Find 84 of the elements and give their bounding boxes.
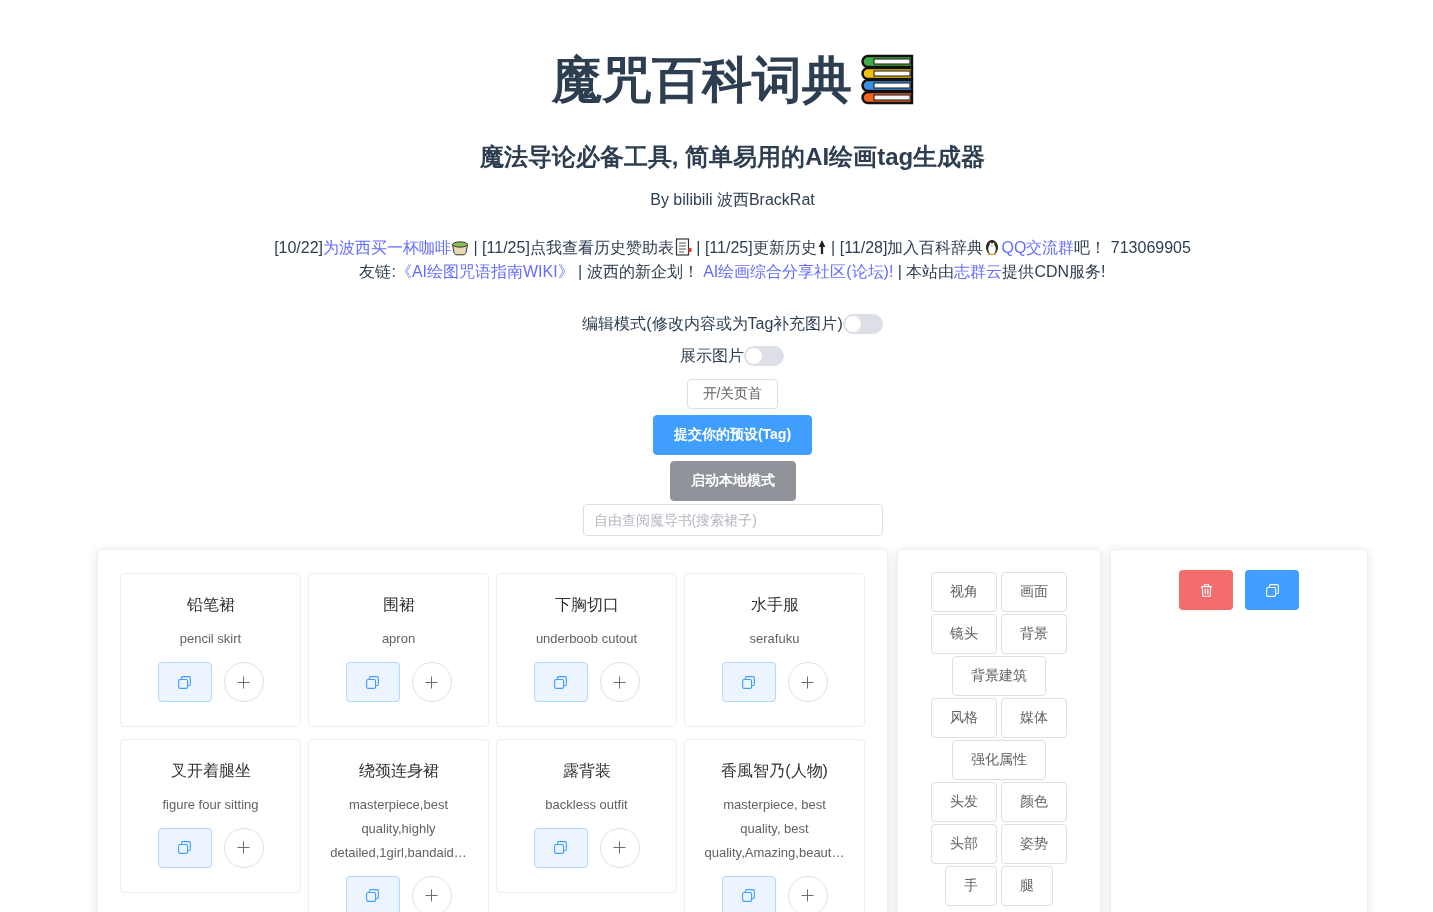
copy-icon [554, 675, 567, 689]
setting-label: 展示图片 [680, 345, 745, 366]
category-button[interactable]: 画面 [1001, 572, 1067, 612]
notice-link[interactable]: AI绘画综合分享社区(论坛)! [703, 263, 894, 280]
plus-icon [801, 675, 814, 689]
tag-text: pencil skirt [179, 630, 242, 648]
category-button[interactable]: 镜头 [931, 614, 997, 654]
copy-button[interactable] [533, 827, 588, 868]
tag-name: 下胸切口 [554, 595, 619, 615]
add-button[interactable] [223, 662, 264, 702]
copy-icon [1265, 583, 1279, 597]
tag-name: 绕颈连身裙 [358, 760, 439, 781]
notice-link[interactable]: 志群云 [954, 263, 1003, 280]
plus-icon [801, 889, 814, 902]
toggle-switch[interactable] [842, 314, 883, 334]
copy-button[interactable] [157, 662, 212, 702]
notice-text: 友链:《AI绘图咒语指南WIKI》 | 波西的新企划！ AI绘画综合分享社区(论坛)! | 本站由志群云提供CDN服务! [359, 262, 1106, 282]
document-icon [673, 238, 692, 256]
author-byline: By bilibili 波西BrackRat [650, 190, 815, 210]
category-button[interactable]: 颜色 [1001, 782, 1067, 822]
up-arrow-icon [816, 238, 827, 256]
tag-name: 围裙 [382, 595, 415, 615]
notice-text: [10/22]为波西买一杯咖啡 | [11/25]点我查看历史赞助表 | [11/25]更新历史 | [11/28]加入百科辞典 QQ交流群吧！ 713069905 [274, 237, 1191, 258]
notice-link[interactable]: 《AI绘图咒语指南WIKI》 [395, 263, 574, 280]
tag-text: backless outfit [545, 795, 628, 814]
copy-button[interactable] [345, 875, 400, 912]
copy-button[interactable] [721, 875, 776, 912]
tag-text: figure four sitting [162, 795, 259, 814]
plus-icon [613, 841, 626, 854]
add-button[interactable] [787, 662, 828, 702]
tag-text: underboob cutout [535, 630, 638, 648]
tag-name: 铅笔裙 [186, 595, 235, 615]
copy-icon [366, 675, 379, 689]
tag-text: apron [381, 630, 416, 648]
page-title: 魔咒百科词典 [551, 51, 852, 110]
plus-icon [425, 675, 438, 689]
copy-icon [554, 841, 567, 854]
category-button[interactable]: 风格 [931, 698, 997, 738]
delete-button[interactable] [1179, 570, 1233, 610]
copy-icon [178, 675, 191, 689]
add-button[interactable] [787, 875, 828, 912]
category-button[interactable]: 手 [945, 866, 997, 906]
plus-icon [237, 841, 250, 854]
setting-label: 编辑模式(修改内容或为Tag补充图片) [582, 313, 843, 334]
tag-text: masterpiece,best quality,highly detailed,1girl,bandaid… [329, 795, 468, 862]
copy-button[interactable] [721, 662, 776, 702]
category-button[interactable]: 头部 [931, 824, 997, 864]
category-button[interactable]: 媒体 [1001, 698, 1067, 738]
copy-button[interactable] [533, 662, 588, 702]
copy-icon [742, 889, 755, 902]
copy-button[interactable] [157, 827, 212, 868]
category-button[interactable]: 姿势 [1001, 824, 1067, 864]
toggle-switch[interactable] [744, 346, 785, 366]
category-button[interactable]: 强化属性 [952, 740, 1046, 780]
copy-icon [178, 841, 191, 854]
books-icon [859, 54, 914, 106]
add-button[interactable] [411, 662, 452, 702]
add-button[interactable] [411, 875, 452, 912]
plus-icon [237, 675, 250, 689]
category-button[interactable]: 头发 [931, 782, 997, 822]
tag-name: 叉开着腿坐 [170, 760, 251, 781]
plus-icon [425, 889, 438, 902]
plus-icon [613, 675, 626, 689]
tag-text: masterpiece, best quality, best quality,Amazing,beaut… [703, 795, 846, 862]
category-button[interactable]: 背景建筑 [952, 656, 1046, 696]
trash-icon [1199, 583, 1213, 597]
copy-button[interactable] [345, 662, 400, 702]
teacup-icon [451, 238, 470, 256]
tag-name: 香風智乃(人物) [721, 760, 828, 781]
add-button[interactable] [599, 662, 640, 702]
notice-link[interactable]: QQ交流群 [1001, 239, 1075, 256]
copy-button[interactable] [1245, 570, 1299, 610]
category-button[interactable]: 视角 [931, 572, 997, 612]
notice-link[interactable]: 为波西买一杯咖啡 [323, 239, 452, 256]
category-button[interactable]: 背景 [1001, 614, 1067, 654]
action-button[interactable]: 开/关页首 [686, 379, 779, 409]
tag-text: serafuku [749, 630, 800, 648]
copy-icon [366, 889, 379, 902]
category-button[interactable]: 腿 [1001, 866, 1053, 906]
search-field[interactable]: 自由查阅魔导书(搜索裙子) [582, 504, 883, 536]
page-subtitle: 魔法导论必备工具, 简单易用的AI绘画tag生成器 [479, 142, 986, 172]
tag-name: 水手服 [750, 595, 799, 615]
copy-icon [742, 675, 755, 689]
tag-name: 露背装 [562, 760, 611, 781]
